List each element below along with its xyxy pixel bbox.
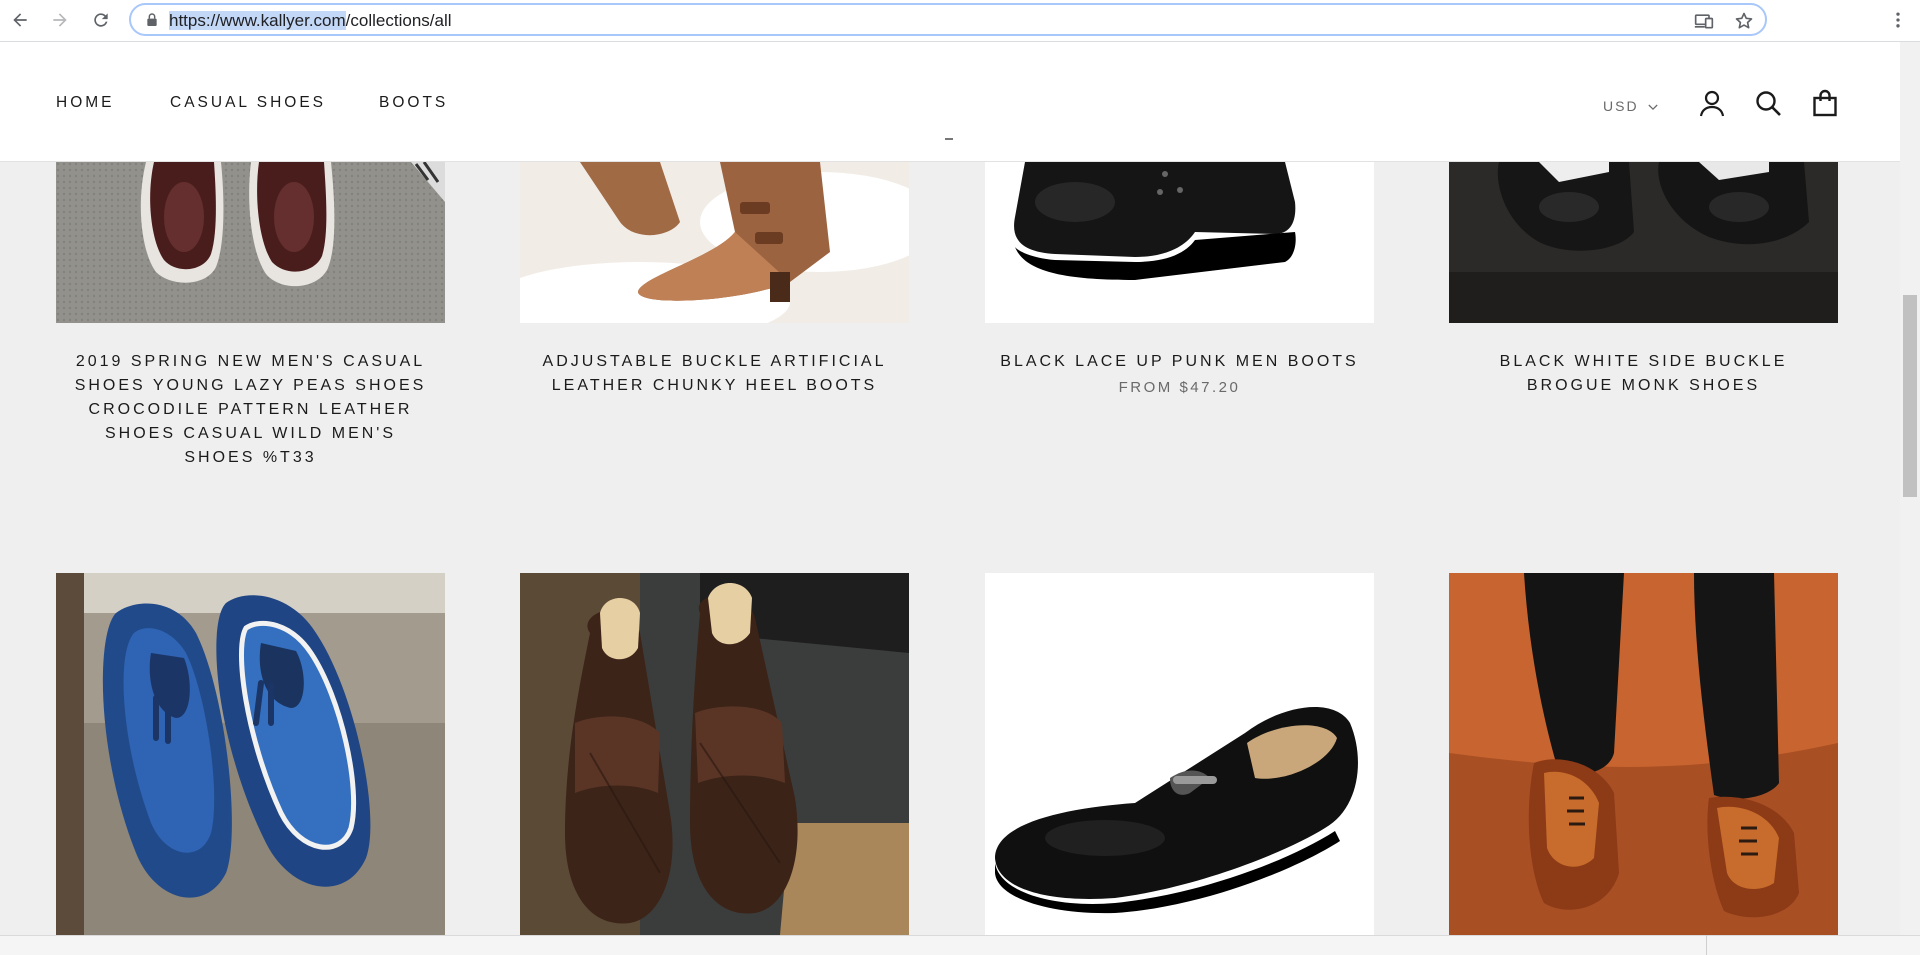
scrollbar-thumb[interactable] [1903, 295, 1917, 497]
nav-casual-shoes[interactable]: CASUAL SHOES [170, 94, 326, 112]
address-bar[interactable]: https://www.kallyer.com/collections/all [129, 3, 1767, 36]
product-card[interactable] [985, 573, 1374, 935]
product-card[interactable]: BLACK WHITE SIDE BUCKLE BROGUE MONK SHOE… [1449, 162, 1838, 398]
product-image[interactable] [520, 573, 909, 935]
nav-home[interactable]: HOME [56, 94, 115, 112]
divider [945, 138, 953, 140]
product-image[interactable] [1449, 573, 1838, 935]
bottom-bar [0, 935, 1920, 955]
product-image[interactable] [56, 573, 445, 935]
product-card[interactable]: BLACK LACE UP PUNK MEN BOOTS FROM $47.20 [985, 162, 1374, 396]
nav-boots[interactable]: BOOTS [379, 94, 448, 112]
product-image[interactable] [1449, 162, 1838, 323]
currency-label: USD [1603, 98, 1639, 114]
url-text[interactable]: https://www.kallyer.com/collections/all [169, 11, 452, 31]
install-app-icon[interactable] [1693, 10, 1715, 32]
forward-arrow-icon[interactable] [46, 6, 74, 34]
product-card[interactable]: ADJUSTABLE BUCKLE ARTIFICIAL LEATHER CHU… [520, 162, 909, 398]
lock-icon[interactable] [144, 12, 160, 28]
search-icon[interactable] [1752, 87, 1784, 119]
product-price: FROM $47.20 [1118, 379, 1241, 396]
url-highlight: https://www.kallyer.com [169, 11, 346, 30]
star-icon[interactable] [1733, 10, 1755, 32]
product-title[interactable]: ADJUSTABLE BUCKLE ARTIFICIAL LEATHER CHU… [520, 350, 909, 398]
product-image[interactable] [985, 162, 1374, 323]
browser-toolbar: https://www.kallyer.com/collections/all [0, 0, 1920, 42]
more-vert-icon[interactable] [1886, 8, 1910, 32]
product-card[interactable] [56, 573, 445, 935]
product-title[interactable]: BLACK LACE UP PUNK MEN BOOTS [985, 350, 1374, 374]
product-image[interactable] [56, 162, 445, 323]
account-icon[interactable] [1696, 87, 1728, 119]
back-arrow-icon[interactable] [6, 6, 34, 34]
product-title[interactable]: 2019 SPRING NEW MEN'S CASUAL SHOES YOUNG… [56, 350, 445, 470]
chevron-down-icon [1648, 104, 1659, 111]
product-card[interactable] [520, 573, 909, 935]
product-card[interactable]: 2019 SPRING NEW MEN'S CASUAL SHOES YOUNG… [56, 162, 445, 470]
product-title[interactable]: BLACK WHITE SIDE BUCKLE BROGUE MONK SHOE… [1449, 350, 1838, 398]
divider [1706, 935, 1707, 955]
reload-icon[interactable] [87, 6, 115, 34]
product-card[interactable] [1449, 573, 1838, 935]
cart-bag-icon[interactable] [1809, 87, 1841, 119]
url-path: /collections/all [345, 11, 452, 30]
currency-selector[interactable]: USD [1603, 98, 1659, 114]
product-image[interactable] [985, 573, 1374, 935]
product-image[interactable] [520, 162, 909, 323]
site-header: HOME CASUAL SHOES BOOTS USD [0, 42, 1900, 162]
